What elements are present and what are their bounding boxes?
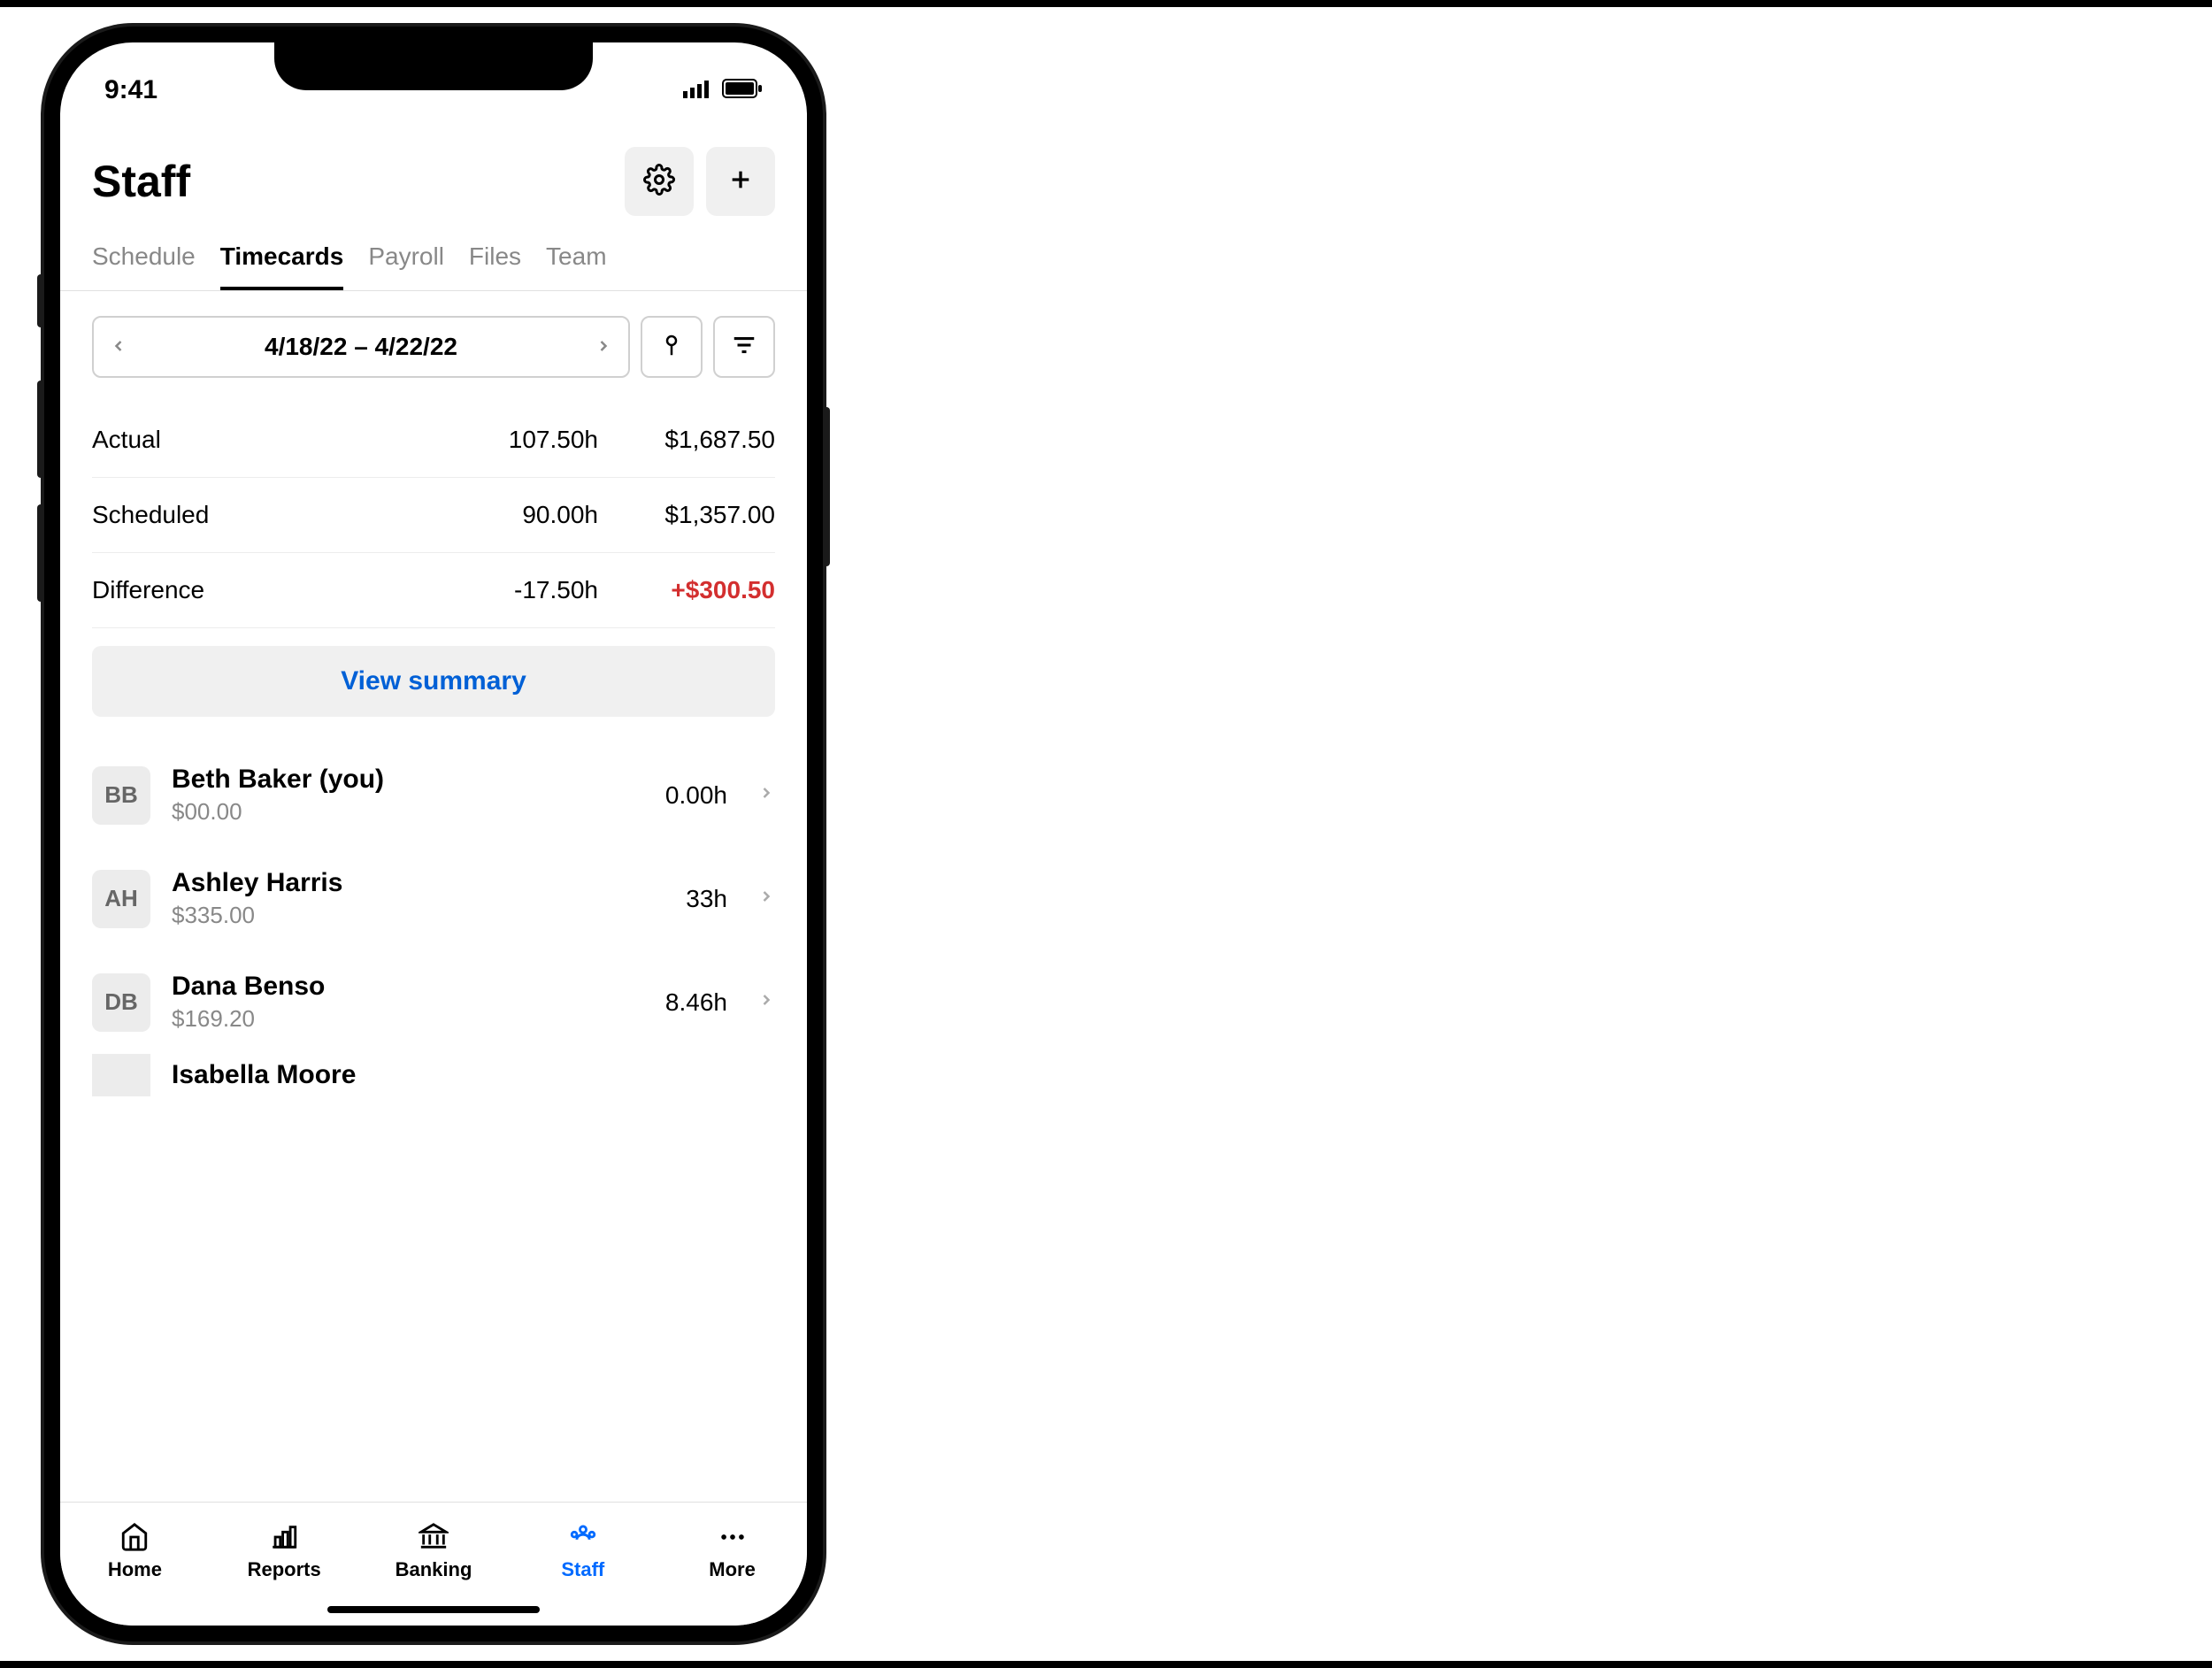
battery-icon [722,79,763,103]
staff-name: Ashley Harris [172,868,664,898]
nav-banking[interactable]: Banking [359,1503,509,1599]
bank-icon [419,1521,449,1553]
nav-staff[interactable]: Staff [508,1503,657,1599]
people-icon [568,1521,598,1553]
location-button[interactable] [641,316,703,378]
staff-name: Dana Benso [172,972,644,1002]
staff-name: Isabella Moore [172,1060,775,1090]
tab-payroll[interactable]: Payroll [368,242,444,290]
add-button[interactable] [706,147,775,216]
summary-difference: Difference -17.50h +$300.50 [92,553,775,628]
chevron-left-icon[interactable] [110,333,127,361]
gear-icon [643,164,675,200]
staff-amount: $169.20 [172,1005,644,1033]
chevron-right-icon [757,784,775,806]
tab-timecards[interactable]: Timecards [220,242,344,290]
staff-amount: $335.00 [172,902,664,929]
nav-more[interactable]: More [657,1503,807,1599]
page-title: Staff [92,156,190,207]
tab-team[interactable]: Team [546,242,606,290]
staff-amount: $00.00 [172,798,644,826]
nav-home[interactable]: Home [60,1503,210,1599]
staff-row[interactable]: BB Beth Baker (you) $00.00 0.00h [92,743,775,847]
home-indicator[interactable] [327,1606,540,1613]
phone-frame: 9:41 Staff [44,27,823,1641]
avatar: DB [92,973,150,1032]
more-icon [718,1521,748,1553]
chart-icon [269,1521,299,1553]
notch [274,42,593,90]
staff-name: Beth Baker (you) [172,765,644,795]
filter-button[interactable] [713,316,775,378]
tabs: Schedule Timecards Payroll Files Team [60,234,807,291]
view-summary-button[interactable]: View summary [92,646,775,717]
nav-reports[interactable]: Reports [210,1503,359,1599]
chevron-right-icon [757,888,775,910]
summary-actual: Actual 107.50h $1,687.50 [92,403,775,478]
pin-icon [658,332,685,363]
staff-hours: 0.00h [665,781,727,810]
tab-files[interactable]: Files [469,242,521,290]
signal-icon [683,79,713,103]
chevron-right-icon [757,991,775,1013]
chevron-right-icon[interactable] [595,333,612,361]
tab-schedule[interactable]: Schedule [92,242,196,290]
staff-row[interactable]: AH Ashley Harris $335.00 33h [92,847,775,950]
avatar: AH [92,870,150,928]
avatar: BB [92,766,150,825]
summary-scheduled: Scheduled 90.00h $1,357.00 [92,478,775,553]
date-range-text: 4/18/22 – 4/22/22 [127,333,595,361]
filter-icon [731,332,757,363]
date-range-picker[interactable]: 4/18/22 – 4/22/22 [92,316,630,378]
status-time: 9:41 [104,75,157,105]
staff-hours: 33h [686,885,727,913]
avatar [92,1054,150,1096]
staff-hours: 8.46h [665,988,727,1017]
staff-row[interactable]: Isabella Moore [92,1054,775,1096]
staff-row[interactable]: DB Dana Benso $169.20 8.46h [92,950,775,1054]
settings-button[interactable] [625,147,694,216]
home-icon [119,1521,150,1553]
plus-icon [726,165,755,198]
